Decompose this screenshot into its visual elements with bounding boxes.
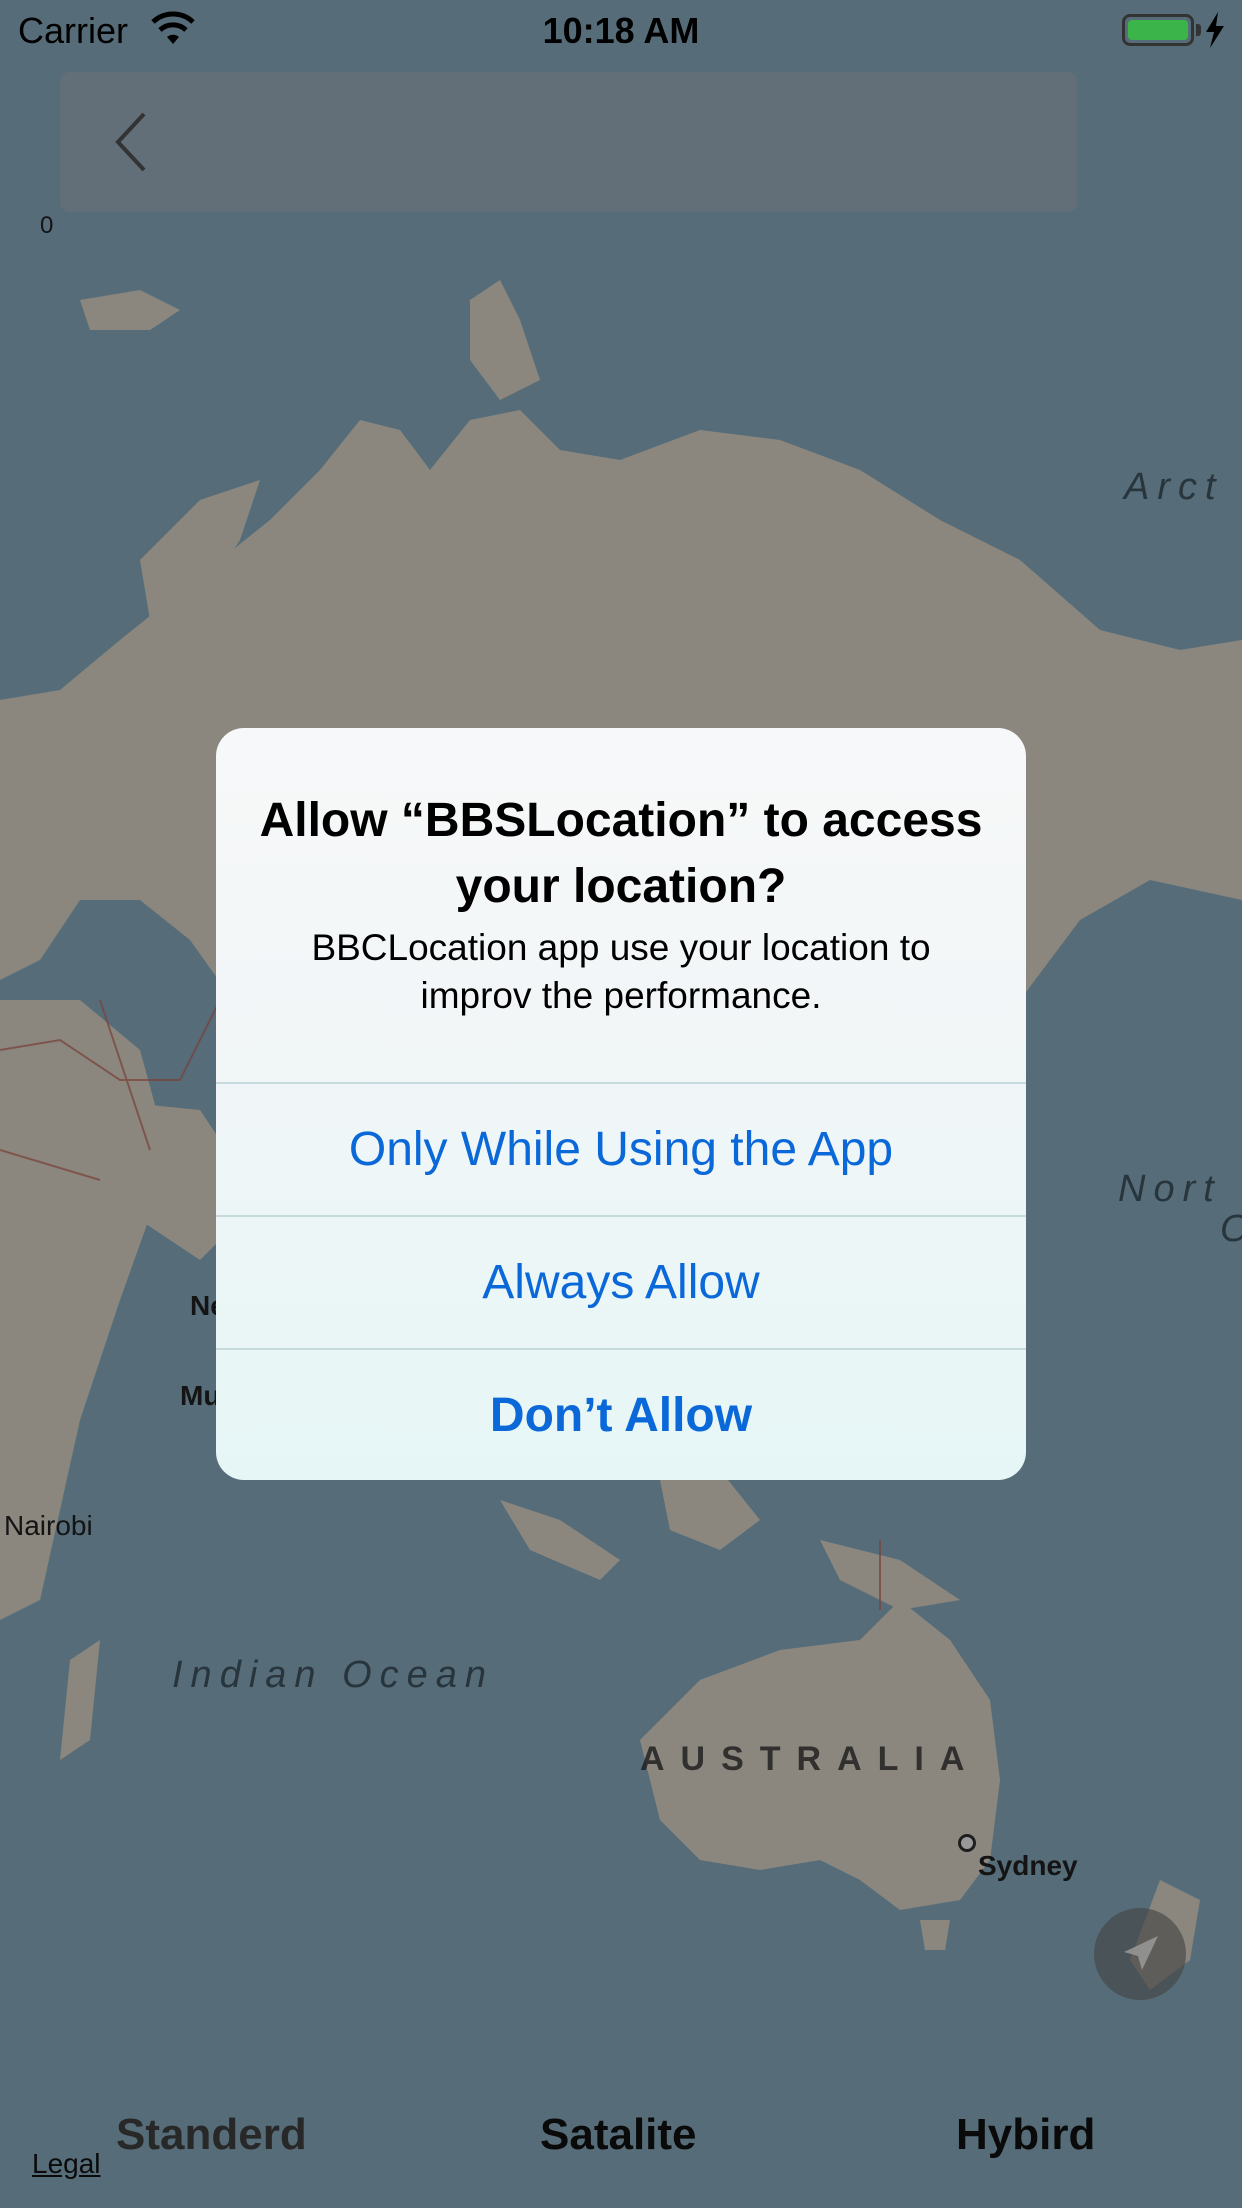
- only-while-using-button[interactable]: Only While Using the App: [216, 1084, 1026, 1216]
- always-allow-button[interactable]: Always Allow: [216, 1217, 1026, 1349]
- clock: 10:18 AM: [542, 10, 700, 51]
- dont-allow-button[interactable]: Don’t Allow: [216, 1350, 1026, 1480]
- status-bar: Carrier 10:18 AM: [0, 0, 1242, 62]
- charging-bolt-icon: [1206, 12, 1224, 48]
- location-permission-alert: Allow “BBSLocation” to access your locat…: [216, 728, 1026, 1480]
- battery-icon: [1122, 14, 1194, 46]
- alert-message: BBCLocation app use your location to imp…: [311, 927, 931, 1016]
- alert-title: Allow “BBSLocation” to access your locat…: [259, 794, 983, 913]
- battery-cap: [1196, 24, 1201, 36]
